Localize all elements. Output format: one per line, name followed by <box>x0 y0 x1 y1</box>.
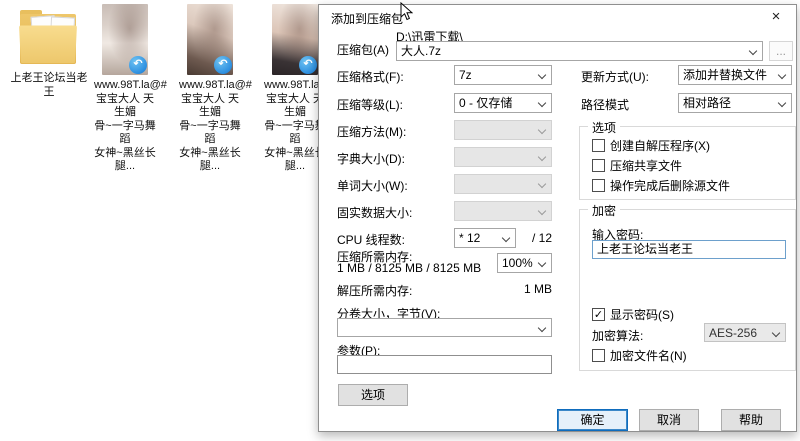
add-to-archive-dialog: 添加到压缩包 × 压缩包(A) D:\迅雷下载\ 大人.7z ... 压缩格式(… <box>318 4 797 432</box>
desktop-icon-folder[interactable]: 上老王论坛当老 王 <box>6 8 92 99</box>
archive-label: 压缩包(A) <box>337 41 389 58</box>
dialog-title: 添加到压缩包 <box>331 10 403 27</box>
options-group-title: 选项 <box>588 119 620 136</box>
mem-extract-value: 1 MB <box>509 282 552 296</box>
chevron-down-icon <box>538 126 546 134</box>
word-size-label: 单词大小(W): <box>337 177 408 194</box>
mem-extract-label: 解压所需内存: <box>337 282 412 299</box>
player-icon: ↶ <box>214 56 232 74</box>
solid-size-label: 固实数据大小: <box>337 204 412 221</box>
checkbox-icon[interactable] <box>592 159 605 172</box>
chevron-down-icon <box>538 324 546 332</box>
video-label: www.98T.la@# 宝宝大人 天生媚 骨~一字马舞蹈 女神~黑丝长腿... <box>94 79 156 174</box>
chevron-down-icon <box>778 71 786 79</box>
cpu-threads-label: CPU 线程数: <box>337 231 405 248</box>
volume-size-combo[interactable] <box>337 318 552 337</box>
browse-button[interactable]: ... <box>769 41 793 61</box>
dict-size-combo <box>454 147 552 167</box>
chevron-down-icon <box>772 329 780 337</box>
level-combo[interactable]: 0 - 仅存储 <box>454 93 552 113</box>
video-label: www.98T.la@# 宝宝大人 天生媚 骨~一字马舞蹈 女神~黑丝长腿... <box>179 79 241 174</box>
video-thumbnail: ↶ <box>187 4 233 75</box>
chevron-down-icon <box>538 153 546 161</box>
path-mode-label: 路径模式 <box>581 96 629 113</box>
checkbox-icon[interactable] <box>592 349 605 362</box>
player-icon: ↶ <box>129 56 147 74</box>
format-label: 压缩格式(F): <box>337 68 404 85</box>
word-size-combo <box>454 174 552 194</box>
password-input[interactable]: 上老王论坛当老王 <box>592 240 786 259</box>
update-mode-label: 更新方式(U): <box>581 68 649 85</box>
algorithm-combo[interactable]: AES-256 <box>704 323 786 342</box>
desktop-icon-video-2[interactable]: ↶ www.98T.la@# 宝宝大人 天生媚 骨~一字马舞蹈 女神~黑丝长腿.… <box>179 4 241 174</box>
options-group: 选项 创建自解压程序(X) 压缩共享文件 操作完成后删除源文件 <box>579 126 796 200</box>
folder-icon <box>18 8 80 68</box>
help-button[interactable]: 帮助 <box>721 409 781 431</box>
mem-compress-detail: 1 MB / 8125 MB / 8125 MB <box>337 261 481 275</box>
mouse-cursor <box>400 2 413 26</box>
path-mode-combo[interactable]: 相对路径 <box>678 93 792 113</box>
checkbox-icon[interactable] <box>592 179 605 192</box>
format-combo[interactable]: 7z <box>454 65 552 85</box>
solid-size-combo <box>454 201 552 221</box>
close-icon[interactable]: × <box>762 7 790 27</box>
mem-percent-combo[interactable]: 100% <box>497 253 552 273</box>
desktop-icon-video-3[interactable]: ↶ www.98T.la@# 宝宝大人 天生媚 骨~一字马舞蹈 女神~黑丝长腿.… <box>264 4 326 174</box>
archive-name-combo[interactable]: 大人.7z <box>396 41 763 61</box>
checkbox-row-encrypt-names[interactable]: 加密文件名(N) <box>592 347 687 364</box>
algorithm-label: 加密算法: <box>592 327 643 344</box>
method-label: 压缩方法(M): <box>337 123 406 140</box>
folder-label: 上老王论坛当老 王 <box>6 72 92 99</box>
cpu-threads-max: / 12 <box>532 231 552 245</box>
parameters-input[interactable] <box>337 355 552 374</box>
player-icon: ↶ <box>299 56 317 74</box>
chevron-down-icon <box>538 71 546 79</box>
checkbox-row-sfx[interactable]: 创建自解压程序(X) <box>592 137 710 154</box>
checkbox-icon[interactable]: ✓ <box>592 308 605 321</box>
checkbox-row-show-password[interactable]: ✓ 显示密码(S) <box>592 306 674 323</box>
encryption-group-title: 加密 <box>588 202 620 219</box>
chevron-down-icon <box>778 99 786 107</box>
options-button[interactable]: 选项 <box>338 384 408 406</box>
update-mode-combo[interactable]: 添加并替换文件 <box>678 65 792 85</box>
cancel-button[interactable]: 取消 <box>639 409 699 431</box>
method-combo <box>454 120 552 140</box>
chevron-down-icon <box>749 47 757 55</box>
ok-button[interactable]: 确定 <box>557 409 628 431</box>
checkbox-row-shared[interactable]: 压缩共享文件 <box>592 157 682 174</box>
video-thumbnail: ↶ <box>272 4 318 75</box>
video-label: www.98T.la@# 宝宝大人 天生媚 骨~一字马舞蹈 女神~黑丝长腿... <box>264 79 326 174</box>
chevron-down-icon <box>538 180 546 188</box>
desktop-icon-video-1[interactable]: ↶ www.98T.la@# 宝宝大人 天生媚 骨~一字马舞蹈 女神~黑丝长腿.… <box>94 4 156 174</box>
dict-size-label: 字典大小(D): <box>337 150 405 167</box>
chevron-down-icon <box>502 234 510 242</box>
checkbox-icon[interactable] <box>592 139 605 152</box>
encryption-group: 加密 输入密码: 上老王论坛当老王 ✓ 显示密码(S) 加密算法: AES-25… <box>579 209 796 371</box>
chevron-down-icon <box>538 99 546 107</box>
cpu-threads-combo[interactable]: * 12 <box>454 228 516 248</box>
video-thumbnail: ↶ <box>102 4 148 75</box>
chevron-down-icon <box>538 259 546 267</box>
checkbox-row-delete-source[interactable]: 操作完成后删除源文件 <box>592 177 730 194</box>
level-label: 压缩等级(L): <box>337 96 403 113</box>
chevron-down-icon <box>538 207 546 215</box>
